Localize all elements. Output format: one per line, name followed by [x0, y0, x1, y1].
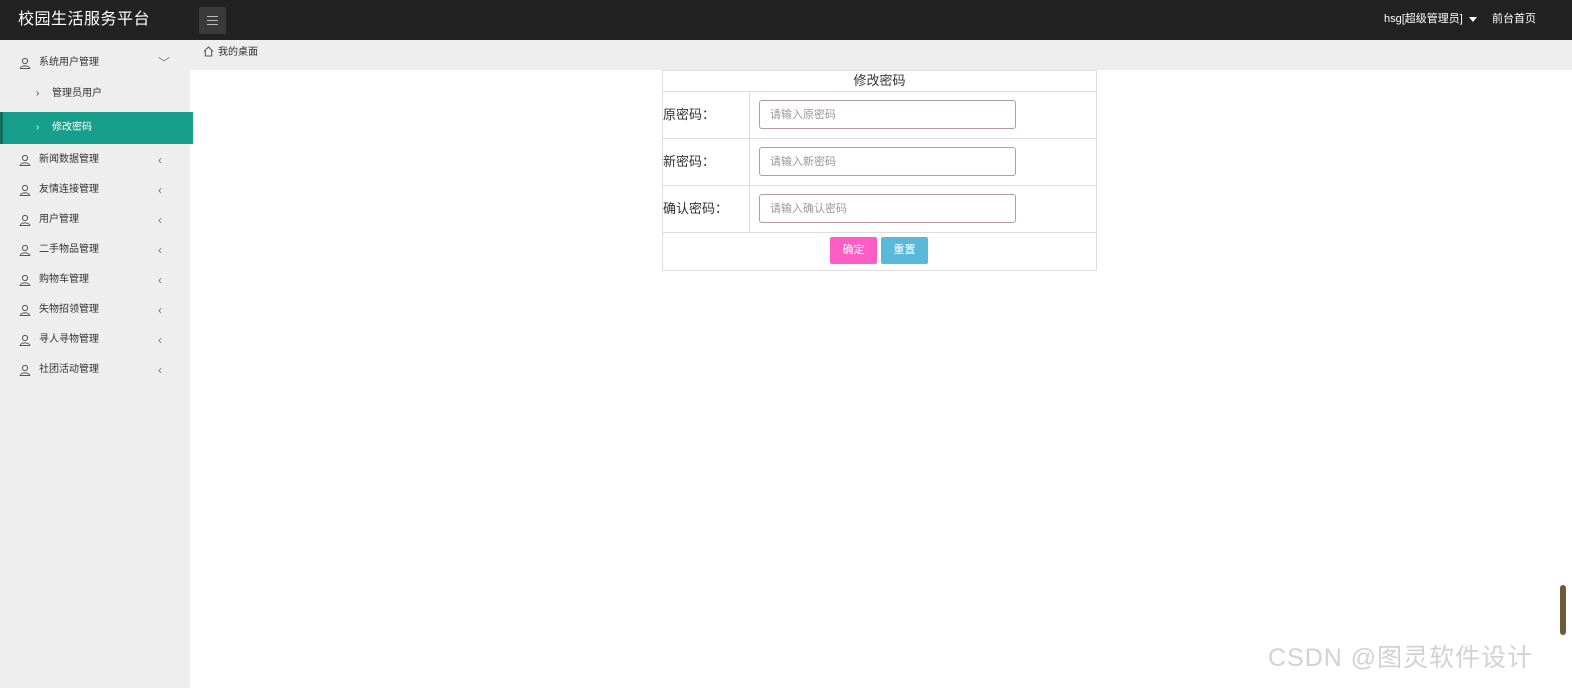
sidebar-item-label: 购物车管理: [39, 274, 89, 285]
form-row-new-password: 新密码：: [663, 138, 1096, 186]
chevron-left-icon: ‹: [158, 153, 162, 167]
breadcrumb-bar: 我的桌面: [190, 40, 1572, 70]
chevron-left-icon: ‹: [158, 273, 162, 287]
chevron-left-icon: ‹: [158, 183, 162, 197]
sidebar-subitem-admin-users[interactable]: › 管理员用户: [3, 78, 193, 110]
watermark: CSDN @图灵软件设计: [1268, 644, 1534, 672]
user-icon: [19, 184, 31, 196]
user-icon: [19, 154, 31, 166]
sidebar-item-news[interactable]: 新闻数据管理 ‹: [3, 145, 193, 175]
breadcrumb-label: 我的桌面: [218, 47, 258, 58]
old-password-input[interactable]: [759, 100, 1016, 129]
user-icon: [19, 304, 31, 316]
user-icon: [19, 274, 31, 286]
sidebar-item-label: 失物招领管理: [39, 304, 99, 315]
sidebar-subitem-label: 管理员用户: [52, 88, 102, 99]
menu-toggle-button[interactable]: [199, 7, 226, 34]
chevron-right-icon: ›: [36, 88, 40, 99]
chevron-right-icon: ›: [36, 122, 40, 133]
sidebar-item-cart[interactable]: 购物车管理 ‹: [3, 265, 193, 295]
sidebar-item-search-people[interactable]: 寻人寻物管理 ‹: [3, 325, 193, 355]
breadcrumb[interactable]: 我的桌面: [203, 40, 258, 66]
change-password-form: 修改密码 原密码： 新密码： 确认密码：: [662, 70, 1097, 271]
home-icon: [203, 46, 214, 57]
confirm-password-label: 确认密码：: [663, 185, 750, 232]
reset-button[interactable]: 重置: [881, 237, 928, 264]
form-title: 修改密码: [663, 71, 1096, 92]
sidebar-item-label: 友情连接管理: [39, 184, 99, 195]
user-icon: [19, 364, 31, 376]
sidebar-item-label: 寻人寻物管理: [39, 334, 99, 345]
sidebar-item-links[interactable]: 友情连接管理 ‹: [3, 175, 193, 205]
user-icon: [19, 244, 31, 256]
form-row-confirm-password: 确认密码：: [663, 185, 1096, 233]
sidebar-item-label: 社团活动管理: [39, 364, 99, 375]
sidebar-subitem-change-password[interactable]: › 修改密码: [0, 112, 193, 144]
chevron-left-icon: ‹: [158, 363, 162, 377]
new-password-input[interactable]: [759, 147, 1016, 176]
user-icon: [19, 334, 31, 346]
sidebar-item-clubs[interactable]: 社团活动管理 ‹: [3, 355, 193, 385]
sidebar-item-second-hand[interactable]: 二手物品管理 ‹: [3, 235, 193, 265]
sidebar-item-label: 用户管理: [39, 214, 79, 225]
sidebar-item-system-users[interactable]: 系统用户管理 ﹀: [3, 48, 193, 78]
caret-down-icon: [1468, 16, 1477, 22]
sidebar-item-users[interactable]: 用户管理 ‹: [3, 205, 193, 235]
user-dropdown[interactable]: hsg[超级管理员]: [1384, 0, 1477, 40]
confirm-button[interactable]: 确定: [830, 237, 877, 264]
user-icon: [19, 57, 31, 69]
confirm-password-input[interactable]: [759, 194, 1016, 223]
hamburger-icon: [207, 16, 218, 25]
chevron-down-icon: ﹀: [158, 56, 171, 70]
user-icon: [19, 214, 31, 226]
sidebar-subitem-label: 修改密码: [52, 122, 92, 133]
sidebar-item-label: 新闻数据管理: [39, 154, 99, 165]
new-password-label: 新密码：: [663, 138, 750, 185]
chevron-left-icon: ‹: [158, 213, 162, 227]
chevron-left-icon: ‹: [158, 333, 162, 347]
old-password-label: 原密码：: [663, 91, 750, 138]
scrollbar-thumb[interactable]: [1560, 585, 1566, 635]
sidebar-item-lost-found[interactable]: 失物招领管理 ‹: [3, 295, 193, 325]
top-header: 校园生活服务平台 hsg[超级管理员] 前台首页: [0, 0, 1572, 40]
app-title: 校园生活服务平台: [18, 11, 151, 28]
sidebar-item-label: 二手物品管理: [39, 244, 99, 255]
user-name: hsg[超级管理员]: [1384, 13, 1463, 25]
chevron-left-icon: ‹: [158, 243, 162, 257]
form-row-old-password: 原密码：: [663, 91, 1096, 139]
chevron-left-icon: ‹: [158, 303, 162, 317]
sidebar-item-label: 系统用户管理: [39, 57, 99, 68]
front-home-link[interactable]: 前台首页: [1492, 0, 1536, 40]
sidebar: 系统用户管理 ﹀ › 管理员用户 › 修改密码 新闻数据管理 ‹ 友情连接管理 …: [0, 40, 193, 688]
